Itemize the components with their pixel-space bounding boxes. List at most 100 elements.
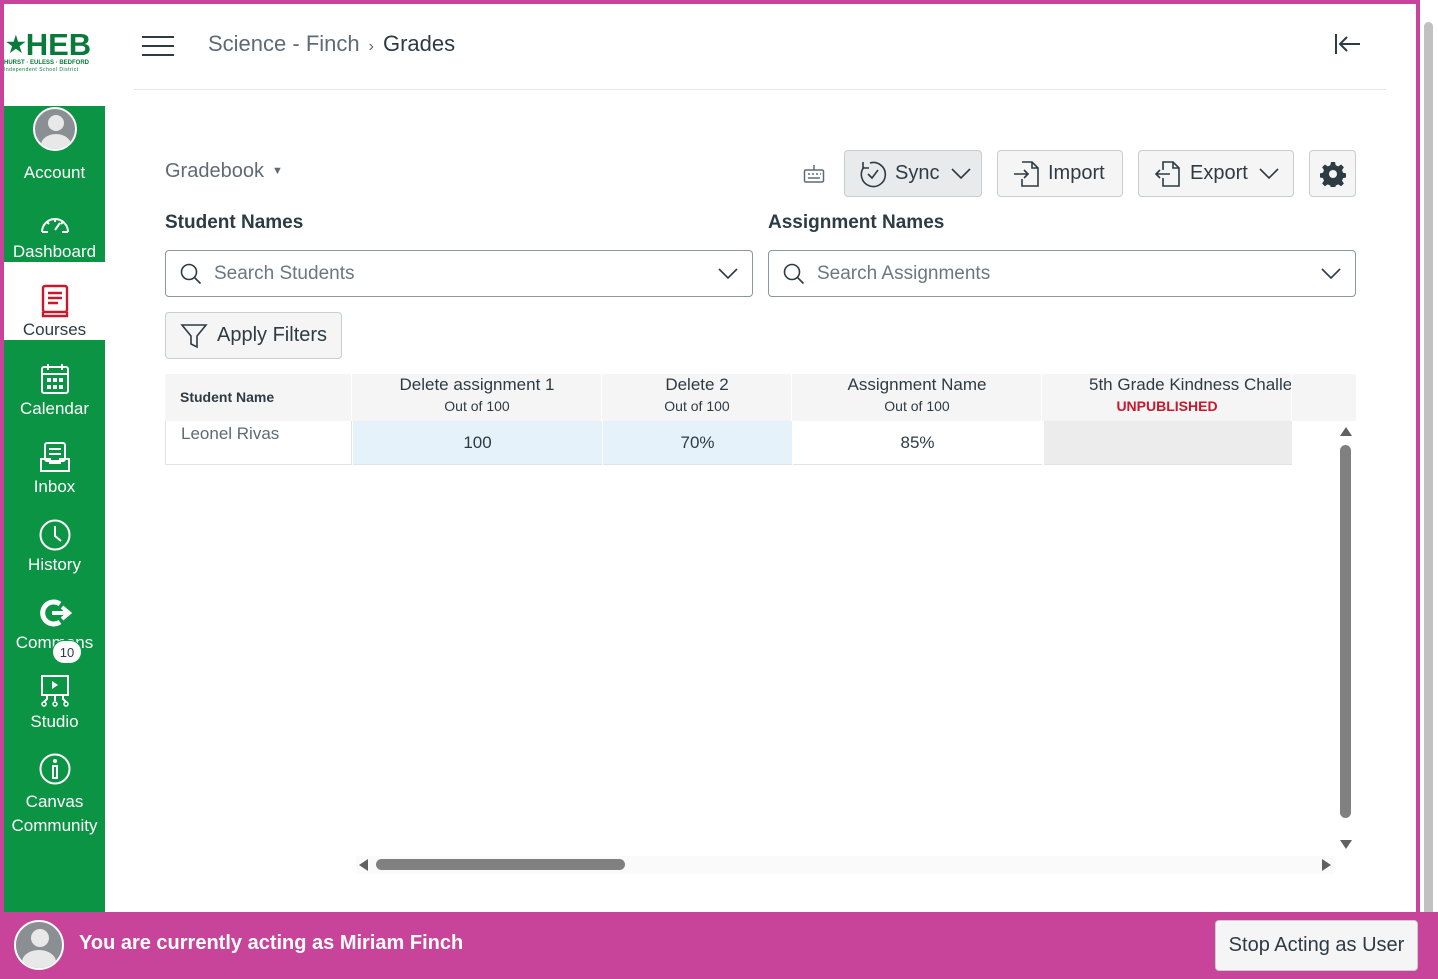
sync-button[interactable]: Sync bbox=[844, 150, 982, 197]
points-possible: Out of 100 bbox=[444, 398, 510, 414]
export-button[interactable]: Export bbox=[1138, 150, 1294, 197]
export-label: Export bbox=[1190, 162, 1248, 184]
gradebook-menu-label: Gradebook bbox=[165, 160, 264, 182]
assignment-column-header[interactable]: Assignment Name Out of 100 bbox=[793, 374, 1042, 421]
student-name-header[interactable]: Student Name bbox=[165, 374, 352, 421]
avatar-icon bbox=[32, 107, 77, 151]
nav-commons[interactable]: Commons bbox=[4, 574, 105, 652]
gradebook-grid: Student Name Delete assignment 1 Out of … bbox=[165, 374, 1356, 466]
breadcrumb-course-link[interactable]: Science - Finch bbox=[208, 31, 360, 56]
assignment-title: Delete assignment 1 bbox=[399, 375, 555, 394]
nav-label: History bbox=[28, 555, 81, 574]
global-navigation: Account Dashboard Courses Calendar Inbox… bbox=[4, 106, 105, 912]
sync-label: Sync bbox=[895, 162, 940, 184]
nav-studio[interactable]: Studio bbox=[4, 652, 105, 731]
scroll-up-icon[interactable] bbox=[1340, 427, 1352, 436]
keyboard-shortcuts-icon[interactable] bbox=[803, 164, 825, 184]
nav-account[interactable]: Account bbox=[4, 106, 105, 184]
import-icon bbox=[1014, 160, 1039, 187]
gradebook-settings-button[interactable] bbox=[1309, 150, 1356, 197]
apply-filters-label: Apply Filters bbox=[217, 324, 328, 346]
breadcrumb-separator-icon: › bbox=[368, 38, 374, 55]
search-assignments-placeholder: Search Assignments bbox=[817, 262, 991, 284]
assignment-column-header[interactable]: 5th Grade Kindness Challe UNPUBLISHED bbox=[1043, 374, 1292, 421]
assignment-names-label: Assignment Names bbox=[768, 212, 945, 233]
search-students-placeholder: Search Students bbox=[214, 262, 355, 284]
nav-canvas-community[interactable]: Canvas Community bbox=[4, 730, 105, 840]
masquerade-bar: You are currently acting as Miriam Finch… bbox=[0, 912, 1438, 979]
unpublished-badge: UNPUBLISHED bbox=[1116, 398, 1218, 414]
search-students-input[interactable]: Search Students bbox=[165, 250, 753, 297]
assignment-column-header[interactable]: Delete 2 Out of 100 bbox=[603, 374, 792, 421]
assignment-title: 5th Grade Kindness Challe bbox=[1089, 375, 1292, 394]
search-icon bbox=[783, 263, 805, 284]
apply-filters-button[interactable]: Apply Filters bbox=[165, 312, 342, 359]
community-notification-badge: 10 bbox=[52, 640, 82, 664]
district-logo[interactable]: ★HEB HURST · EULESS · BEDFORD Independen… bbox=[4, 27, 105, 76]
calendar-icon bbox=[4, 362, 105, 396]
scroll-thumb[interactable] bbox=[1340, 445, 1351, 818]
stop-acting-button[interactable]: Stop Acting as User bbox=[1215, 920, 1418, 971]
logo-text: HEB bbox=[25, 27, 92, 62]
grade-cell[interactable]: 85% bbox=[793, 421, 1042, 465]
breadcrumb-current: Grades bbox=[382, 31, 456, 56]
courses-icon bbox=[4, 284, 105, 318]
grade-cell[interactable] bbox=[1044, 421, 1292, 465]
grid-vertical-scrollbar[interactable] bbox=[1338, 425, 1354, 853]
grid-horizontal-scrollbar[interactable] bbox=[356, 856, 1335, 874]
chevron-down-icon bbox=[1259, 167, 1279, 179]
chevron-down-icon bbox=[718, 267, 738, 279]
course-menu-toggle[interactable] bbox=[142, 36, 174, 58]
assignment-title: Assignment Name bbox=[847, 375, 987, 394]
gear-icon bbox=[1319, 161, 1346, 187]
studio-icon bbox=[4, 674, 105, 708]
chevron-down-icon bbox=[951, 167, 972, 179]
inbox-icon bbox=[4, 440, 105, 474]
texas-star-icon: ★ bbox=[6, 32, 26, 57]
avatar-icon bbox=[14, 920, 64, 970]
grid-header-row: Student Name Delete assignment 1 Out of … bbox=[165, 374, 1356, 421]
points-possible: Out of 100 bbox=[884, 398, 950, 414]
breadcrumb: Science - Finch › Grades bbox=[208, 30, 455, 61]
nav-history[interactable]: History bbox=[4, 496, 105, 574]
nav-courses[interactable]: Courses bbox=[4, 262, 105, 340]
nav-calendar[interactable]: Calendar bbox=[4, 340, 105, 418]
nav-inbox[interactable]: Inbox bbox=[4, 418, 105, 496]
commons-icon bbox=[4, 596, 105, 630]
caret-down-icon: ▼ bbox=[271, 165, 283, 177]
filter-icon bbox=[180, 323, 208, 348]
gradebook-view-menu[interactable]: Gradebook ▼ bbox=[165, 160, 283, 183]
student-names-label: Student Names bbox=[165, 212, 304, 233]
history-icon bbox=[4, 518, 105, 552]
search-assignments-input[interactable]: Search Assignments bbox=[768, 250, 1356, 297]
assignment-title: Delete 2 bbox=[665, 375, 729, 394]
import-button[interactable]: Import bbox=[997, 150, 1123, 197]
scroll-right-icon[interactable] bbox=[1322, 859, 1331, 871]
search-icon bbox=[180, 263, 202, 284]
nav-label: Calendar bbox=[20, 399, 89, 418]
student-name-cell[interactable]: Leonel Rivas bbox=[165, 421, 352, 465]
header-divider bbox=[134, 89, 1386, 90]
chevron-down-icon bbox=[1321, 267, 1341, 279]
masquerade-message: You are currently acting as Miriam Finch bbox=[79, 932, 464, 954]
scroll-thumb[interactable] bbox=[1424, 22, 1433, 940]
dashboard-icon bbox=[4, 206, 105, 240]
nav-label: Canvas Community bbox=[11, 792, 98, 835]
page-scrollbar[interactable] bbox=[1420, 22, 1438, 946]
nav-label: Inbox bbox=[33, 477, 76, 496]
nav-dashboard[interactable]: Dashboard bbox=[4, 184, 105, 262]
scroll-down-icon[interactable] bbox=[1340, 840, 1352, 849]
scroll-thumb[interactable] bbox=[376, 859, 625, 870]
assignment-column-header[interactable]: Delete assignment 1 Out of 100 bbox=[353, 374, 602, 421]
grade-cell[interactable]: 100 bbox=[353, 421, 602, 465]
points-possible: Out of 100 bbox=[664, 398, 730, 414]
nav-label: Courses bbox=[22, 320, 87, 339]
import-label: Import bbox=[1048, 162, 1105, 184]
scroll-left-icon[interactable] bbox=[359, 859, 368, 871]
collapse-sidebar-icon[interactable] bbox=[1330, 30, 1362, 58]
nav-label: Account bbox=[23, 163, 86, 182]
nav-label: Dashboard bbox=[12, 242, 97, 261]
export-icon bbox=[1154, 160, 1180, 187]
grade-cell[interactable]: 70% bbox=[603, 421, 792, 465]
community-icon bbox=[4, 752, 105, 786]
